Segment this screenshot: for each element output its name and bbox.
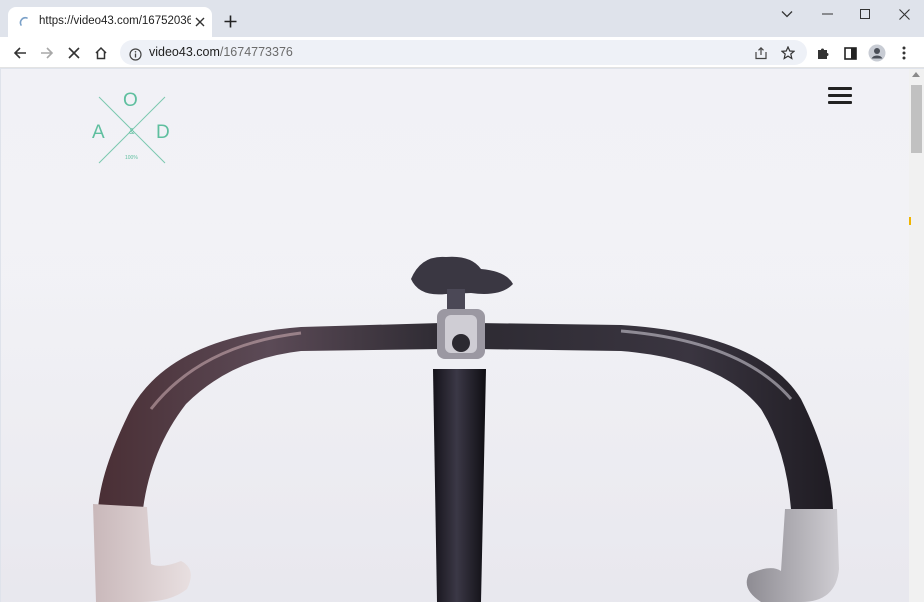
home-icon[interactable] bbox=[89, 41, 113, 65]
url-text: video43.com/1674773376 bbox=[149, 45, 293, 59]
bookmark-star-icon[interactable] bbox=[780, 45, 796, 64]
scrollbar-thumb[interactable] bbox=[911, 85, 922, 153]
url-path: /1674773376 bbox=[219, 45, 293, 59]
scrollbar-find-marker bbox=[909, 217, 911, 225]
side-panel-icon[interactable] bbox=[838, 41, 862, 65]
window-close-icon[interactable] bbox=[884, 0, 924, 28]
logo-tagline: 100% bbox=[125, 155, 138, 161]
logo-letter-a: A bbox=[92, 122, 105, 143]
scroll-up-arrow-icon[interactable] bbox=[912, 72, 920, 77]
tab-strip: https://video43.com/1675203693 bbox=[0, 0, 924, 37]
tab-search-chevron-down-icon[interactable] bbox=[767, 0, 807, 28]
web-page-viewport: O A & D 100% bbox=[1, 69, 909, 602]
loading-spinner-icon bbox=[19, 16, 28, 26]
share-icon[interactable] bbox=[754, 45, 768, 64]
maximize-icon[interactable] bbox=[845, 0, 885, 28]
page-scrollbar[interactable] bbox=[909, 69, 924, 602]
url-host: video43.com bbox=[149, 45, 220, 59]
tab-close-icon[interactable] bbox=[192, 14, 208, 30]
hero-image-bicycle-handlebar bbox=[1, 219, 909, 602]
logo-letter-d: D bbox=[156, 122, 170, 143]
hamburger-menu-icon[interactable] bbox=[828, 87, 852, 107]
logo-letter-o: O bbox=[123, 90, 138, 111]
back-arrow-icon[interactable] bbox=[8, 41, 32, 65]
stop-loading-icon[interactable] bbox=[62, 41, 86, 65]
forward-arrow-icon[interactable] bbox=[35, 41, 59, 65]
site-logo[interactable]: O A & D 100% bbox=[89, 90, 179, 173]
extensions-puzzle-icon[interactable] bbox=[811, 41, 835, 65]
logo-ampersand: & bbox=[129, 127, 135, 136]
minimize-icon[interactable] bbox=[807, 0, 847, 28]
browser-tab[interactable]: https://video43.com/1675203693 bbox=[8, 7, 212, 37]
browser-toolbar: video43.com/1674773376 bbox=[0, 37, 924, 68]
address-bar[interactable]: video43.com/1674773376 bbox=[120, 40, 807, 65]
new-tab-plus-icon[interactable] bbox=[220, 11, 240, 31]
profile-avatar-icon[interactable] bbox=[865, 41, 889, 65]
site-info-icon[interactable] bbox=[129, 46, 142, 61]
kebab-menu-icon[interactable] bbox=[892, 41, 916, 65]
tab-title: https://video43.com/1675203693 bbox=[39, 15, 191, 27]
